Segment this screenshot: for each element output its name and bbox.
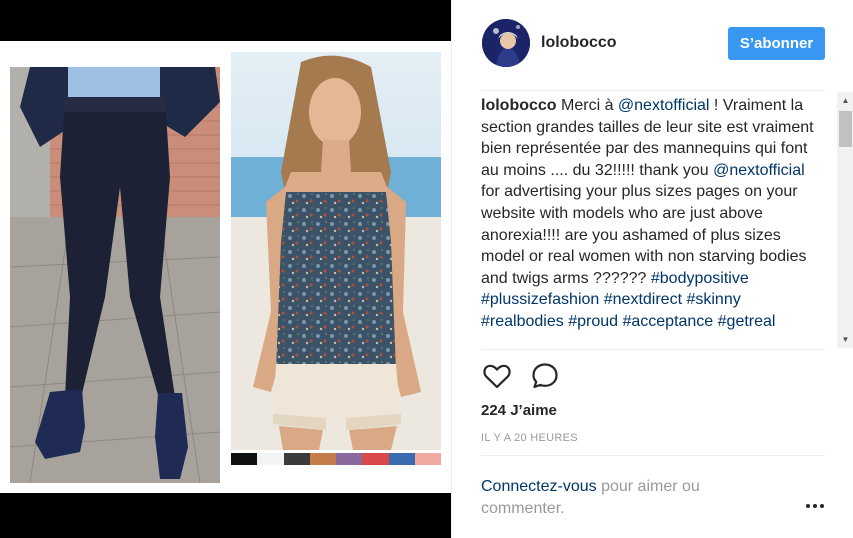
post-image[interactable] xyxy=(0,41,451,493)
heart-icon[interactable] xyxy=(481,360,513,392)
divider xyxy=(481,349,825,350)
comment-text-segment: Merci à xyxy=(556,97,618,114)
comments-section[interactable]: lolobocco Merci à @nextofficial ! Vraime… xyxy=(481,92,825,348)
login-link[interactable]: Connectez-vous xyxy=(481,478,597,495)
likes-count[interactable]: 224 J’aime xyxy=(481,402,557,419)
hashtag-link[interactable]: #nextdirect xyxy=(604,291,682,308)
post-side-panel: lolobocco S’abonner lolobocco Merci à @n… xyxy=(451,0,853,538)
hashtag-link[interactable]: #bodypositive xyxy=(651,270,749,287)
comment-body: Merci à @nextofficial ! Vraiment la sect… xyxy=(481,97,814,330)
hashtag-link[interactable]: #getreal xyxy=(718,313,776,330)
photo-jeans-model xyxy=(10,67,220,483)
scroll-up-arrow-icon[interactable]: ▲ xyxy=(837,92,853,109)
follow-button[interactable]: S’abonner xyxy=(728,27,825,60)
comment-text-segment: for advertising your plus sizes pages on… xyxy=(481,183,807,287)
post-author-username[interactable]: lolobocco xyxy=(541,34,617,52)
comment-bubble-icon[interactable] xyxy=(529,360,561,392)
more-options-icon[interactable] xyxy=(805,496,825,516)
hashtag-link[interactable]: #proud xyxy=(568,313,618,330)
mention-link[interactable]: @nextofficial xyxy=(713,162,805,179)
instagram-post-view: lolobocco S’abonner lolobocco Merci à @n… xyxy=(0,0,853,538)
post-timestamp: IL Y A 20 HEURES xyxy=(481,432,578,444)
mention-link[interactable]: @nextofficial xyxy=(618,97,710,114)
hashtag-link[interactable]: #acceptance xyxy=(622,313,713,330)
color-swatch-strip xyxy=(231,453,441,465)
login-prompt: Connectez-vous pour aimer ou commenter. xyxy=(481,476,761,520)
divider xyxy=(481,455,825,456)
post-header: lolobocco S’abonner xyxy=(452,0,853,90)
comments-scrollbar[interactable]: ▲ ▼ xyxy=(837,92,853,348)
scroll-thumb[interactable] xyxy=(839,111,852,147)
hashtag-link[interactable]: #realbodies xyxy=(481,313,564,330)
comment-author[interactable]: lolobocco xyxy=(481,97,557,114)
photo-beach-model xyxy=(231,52,441,450)
divider xyxy=(481,90,825,91)
hashtag-link[interactable]: #skinny xyxy=(686,291,740,308)
scroll-down-arrow-icon[interactable]: ▼ xyxy=(837,331,853,348)
avatar[interactable] xyxy=(482,19,530,67)
caption-comment: lolobocco Merci à @nextofficial ! Vraime… xyxy=(481,92,825,333)
hashtag-link[interactable]: #plussizefashion xyxy=(481,291,599,308)
post-media[interactable] xyxy=(0,0,451,538)
